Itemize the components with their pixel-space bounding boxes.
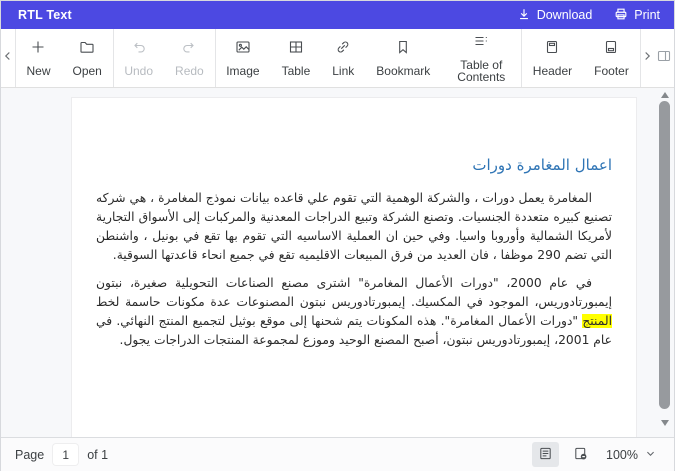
redo-button[interactable]: Redo xyxy=(164,29,215,87)
table-of-contents-button[interactable]: Table of Contents xyxy=(441,29,521,87)
download-button[interactable]: Download xyxy=(517,7,593,24)
header-button[interactable]: Header xyxy=(522,29,583,87)
table-icon xyxy=(288,39,304,60)
table-button[interactable]: Table xyxy=(271,29,322,87)
chevron-left-icon xyxy=(1,49,15,68)
page-lines-icon xyxy=(538,446,553,464)
app-title: RTL Text xyxy=(18,8,72,22)
table-of-contents-label: Table of Contents xyxy=(457,58,506,84)
link-button[interactable]: Link xyxy=(321,29,365,87)
toolbar-scroll-left-button[interactable] xyxy=(1,29,15,87)
image-button[interactable]: Image xyxy=(215,29,270,87)
download-icon xyxy=(517,7,531,24)
paragraph2-text-before: في عام 2000، "دورات الأعمال المغامرة" اش… xyxy=(96,276,612,309)
undo-label: Undo xyxy=(124,64,154,78)
header-icon xyxy=(544,39,560,60)
download-label: Download xyxy=(536,8,593,22)
toolbar: New Open Undo Redo Image Table Link Book… xyxy=(1,29,674,88)
redo-label: Redo xyxy=(175,64,204,78)
plus-icon xyxy=(30,39,46,60)
image-label: Image xyxy=(226,64,260,78)
scrollbar-thumb[interactable] xyxy=(659,101,670,409)
chevron-right-icon xyxy=(640,49,654,68)
new-label: New xyxy=(26,64,51,78)
document-page[interactable]: اعمال المغامرة دورات المغامرة يعمل دورات… xyxy=(71,97,637,437)
title-bar: RTL Text Download Print xyxy=(1,1,674,29)
zoom-dropdown[interactable]: 100% xyxy=(602,448,660,462)
toolbar-scroll-right-button[interactable] xyxy=(640,29,654,87)
titlebar-actions: Download Print xyxy=(517,7,660,24)
vertical-scrollbar xyxy=(658,88,673,437)
document-paragraph: في عام 2000، "دورات الأعمال المغامرة" اش… xyxy=(96,274,612,350)
page-count-label: of 1 xyxy=(87,447,109,462)
open-label: Open xyxy=(72,64,102,78)
web-layout-button[interactable] xyxy=(532,442,560,467)
table-of-contents-icon xyxy=(473,33,489,54)
page-number-input[interactable] xyxy=(53,444,79,465)
scroll-down-arrow[interactable] xyxy=(661,420,669,426)
status-bar: Page of 1 100% xyxy=(1,437,674,471)
side-pane-icon xyxy=(656,48,672,69)
footer-label: Footer xyxy=(594,64,629,78)
open-button[interactable]: Open xyxy=(62,29,113,87)
link-label: Link xyxy=(332,64,355,78)
bookmark-icon xyxy=(395,39,411,60)
chevron-down-icon xyxy=(645,448,656,462)
header-label: Header xyxy=(532,64,573,78)
highlighted-text: المنتج xyxy=(582,314,612,328)
view-controls: 100% xyxy=(532,442,660,467)
footer-button[interactable]: Footer xyxy=(583,29,640,87)
undo-icon xyxy=(131,39,147,60)
table-label: Table xyxy=(281,64,311,78)
redo-icon xyxy=(181,39,197,60)
page-navigation: Page of 1 xyxy=(15,444,108,465)
scroll-up-arrow[interactable] xyxy=(661,92,669,98)
print-icon xyxy=(614,7,628,24)
bookmark-button[interactable]: Bookmark xyxy=(365,29,441,87)
paragraph2-text-after: "دورات الأعمال المغامرة". هذه المكونات ي… xyxy=(96,314,612,347)
document-heading: اعمال المغامرة دورات xyxy=(472,156,612,174)
fit-page-button[interactable] xyxy=(567,442,594,467)
fit-page-icon xyxy=(573,446,588,464)
properties-pane-toggle-button[interactable] xyxy=(654,29,674,87)
page-label: Page xyxy=(15,447,45,462)
document-viewport: اعمال المغامرة دورات المغامرة يعمل دورات… xyxy=(1,88,674,437)
document-paragraph: المغامرة يعمل دورات ، والشركة الوهمية ال… xyxy=(96,189,612,265)
link-icon xyxy=(335,39,351,60)
print-label: Print xyxy=(634,8,660,22)
image-icon xyxy=(235,39,251,60)
paragraph1-text: المغامرة يعمل دورات ، والشركة الوهمية ال… xyxy=(96,191,612,262)
undo-button[interactable]: Undo xyxy=(113,29,164,87)
footer-icon xyxy=(603,39,619,60)
print-button[interactable]: Print xyxy=(614,7,660,24)
new-button[interactable]: New xyxy=(15,29,61,87)
folder-icon xyxy=(79,39,95,60)
zoom-value: 100% xyxy=(606,447,638,462)
bookmark-label: Bookmark xyxy=(376,64,431,78)
